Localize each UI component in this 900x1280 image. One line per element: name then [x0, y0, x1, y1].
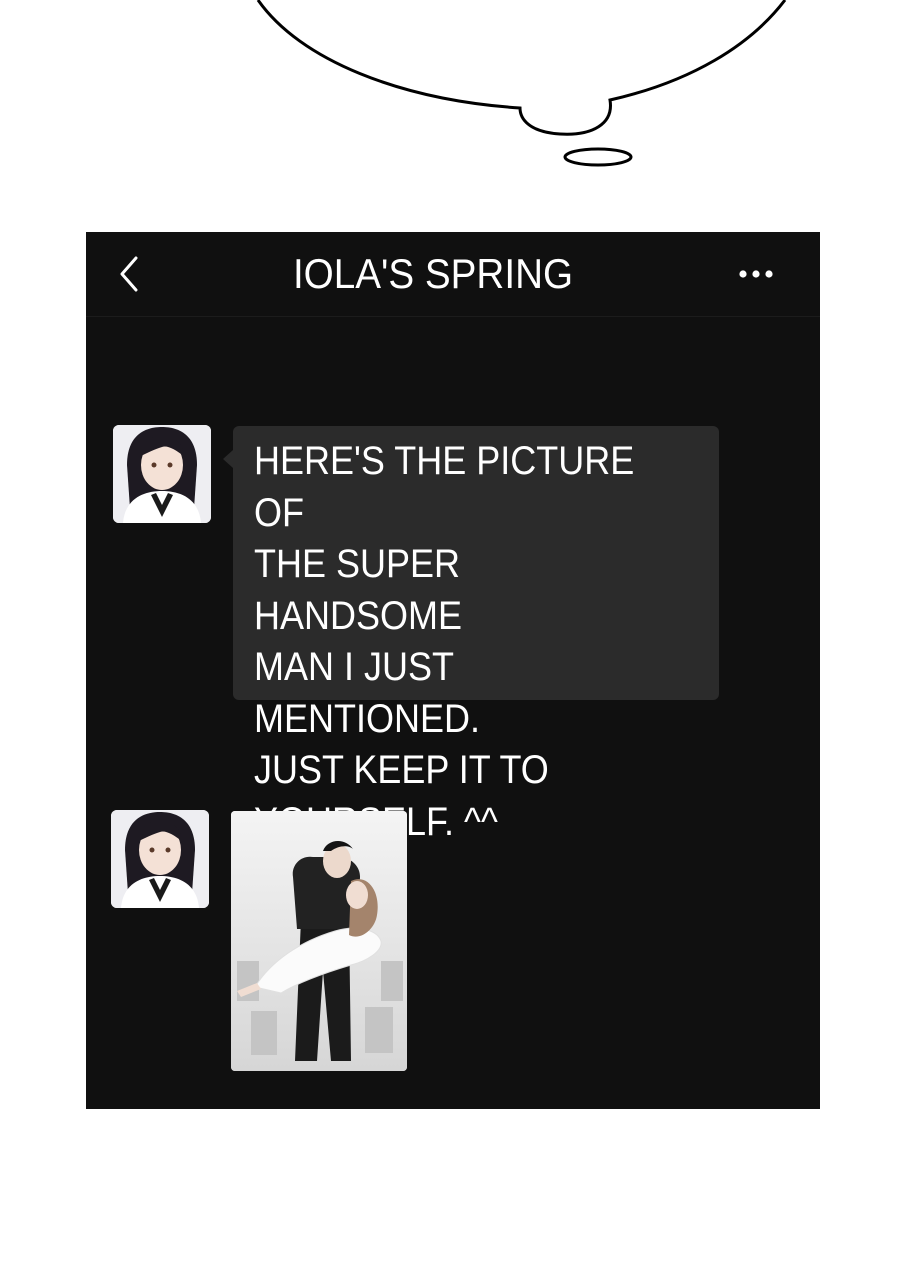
avatar-girl-icon: [111, 810, 209, 908]
chat-title: IOLA'S SPRING: [292, 250, 574, 297]
more-horizontal-icon: [739, 270, 773, 278]
image-message[interactable]: [231, 811, 407, 1071]
avatar[interactable]: [113, 425, 211, 523]
chat-screen: IOLA'S SPRING HERE'S THE PICTURE OF THE …: [86, 232, 820, 1109]
chat-header: IOLA'S SPRING: [86, 232, 820, 317]
thought-bubble-dot: [563, 147, 633, 167]
thought-bubble: [256, 0, 787, 167]
avatar[interactable]: [111, 810, 209, 908]
couple-photo: [231, 811, 407, 1071]
message-bubble[interactable]: HERE'S THE PICTURE OF THE SUPER HANDSOME…: [223, 426, 719, 844]
more-options-button[interactable]: [732, 262, 780, 286]
message-text: HERE'S THE PICTURE OF THE SUPER HANDSOME…: [254, 439, 635, 844]
avatar-girl-icon: [113, 425, 211, 523]
